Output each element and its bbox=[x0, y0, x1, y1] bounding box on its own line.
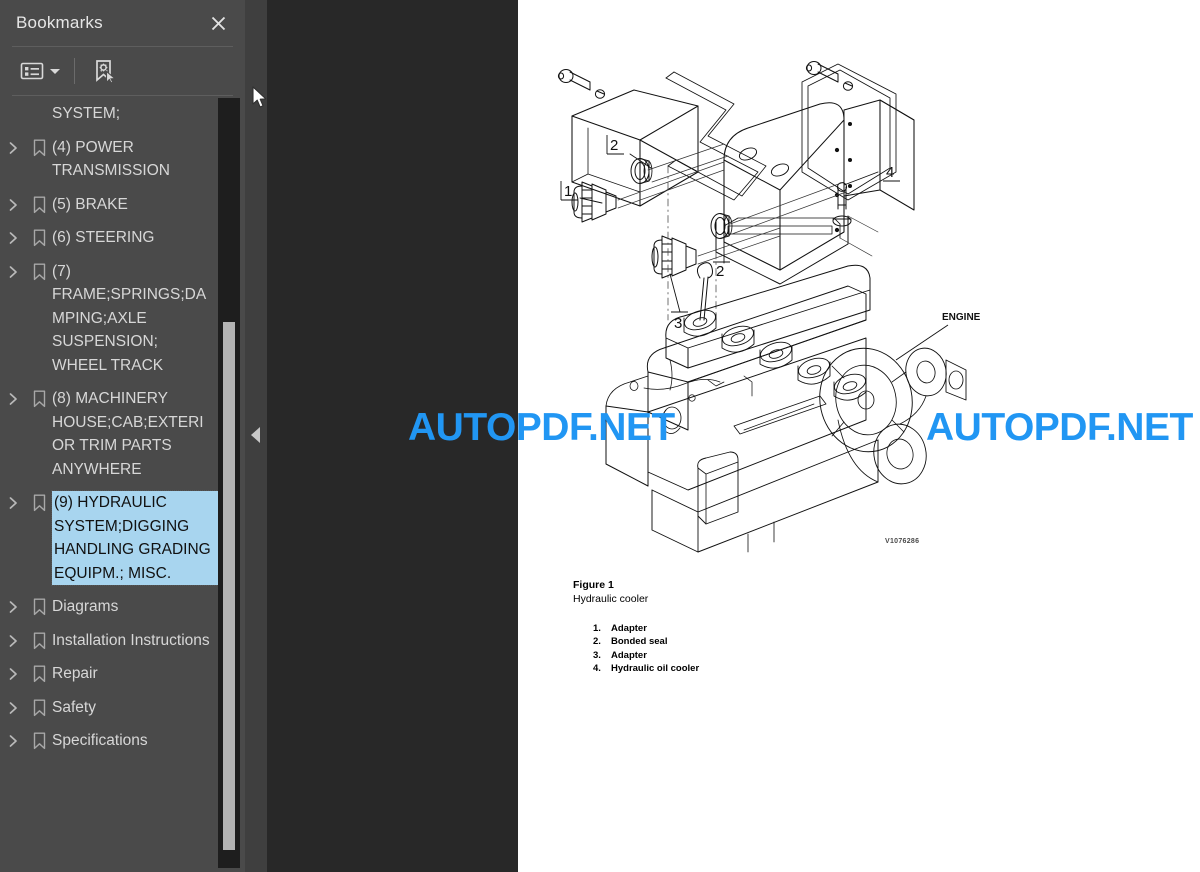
bookmark-icon bbox=[26, 193, 52, 215]
bookmark-icon bbox=[26, 629, 52, 651]
bookmarks-tree-viewport: WARNING SYSTEM; INFORMATION SYSTEM; (4) P… bbox=[0, 96, 245, 872]
figure-callout-2a: 2 bbox=[610, 137, 618, 154]
chevron-down-icon bbox=[50, 68, 60, 74]
close-icon[interactable] bbox=[205, 10, 231, 36]
bookmark-item[interactable]: (8) MACHINERY HOUSE;CAB;EXTERIOR TRIM PA… bbox=[0, 382, 218, 486]
bookmark-icon bbox=[26, 662, 52, 684]
chevron-right-icon[interactable] bbox=[0, 491, 26, 513]
bookmark-item[interactable]: Installation Instructions bbox=[0, 624, 218, 658]
figure-title: Figure 1 bbox=[573, 579, 614, 591]
bookmark-item-label: Specifications bbox=[52, 732, 148, 749]
bookmark-item-label: Installation Instructions bbox=[52, 631, 210, 649]
chevron-right-icon[interactable] bbox=[0, 226, 26, 248]
part-name: Adapter bbox=[611, 649, 647, 661]
chevron-right-icon[interactable] bbox=[0, 662, 26, 684]
chevron-right-icon[interactable] bbox=[0, 729, 26, 751]
bookmark-item-label: WARNING SYSTEM; INFORMATION SYSTEM; bbox=[52, 96, 159, 122]
chevron-right-icon[interactable] bbox=[0, 136, 26, 158]
figure-callout-4: 4 bbox=[886, 164, 894, 181]
figure-callout-1: 1 bbox=[564, 183, 572, 200]
parts-list-row: 4. Hydraulic oil cooler bbox=[573, 662, 699, 675]
chevron-right-icon[interactable] bbox=[0, 387, 26, 409]
viewer-gutter bbox=[245, 0, 518, 872]
figure-illustration: 1 2 2 3 4 ENGINE bbox=[548, 20, 988, 560]
bookmark-item-label: Repair bbox=[52, 665, 98, 682]
bookmark-item-label: (4) POWER TRANSMISSION bbox=[52, 138, 170, 180]
chevron-right-icon[interactable] bbox=[0, 193, 26, 215]
bookmark-item[interactable]: Repair bbox=[0, 657, 218, 691]
part-number: 3. bbox=[593, 649, 601, 661]
bookmark-item[interactable]: Safety bbox=[0, 691, 218, 725]
figure-callout-2b: 2 bbox=[716, 263, 724, 280]
bookmark-icon bbox=[26, 136, 52, 158]
bookmarks-toolbar bbox=[0, 47, 245, 95]
part-number: 4. bbox=[593, 663, 601, 675]
bookmark-item-label: Safety bbox=[52, 698, 96, 716]
collapse-left-arrow-icon bbox=[251, 427, 260, 443]
figure-subtitle: Hydraulic cooler bbox=[573, 593, 649, 605]
bookmark-item[interactable]: (7) FRAME;SPRINGS;DAMPING;AXLE SUSPENSIO… bbox=[0, 255, 218, 383]
engine-label: ENGINE bbox=[942, 312, 981, 323]
chevron-right-icon[interactable] bbox=[0, 696, 26, 718]
bookmark-icon bbox=[26, 595, 52, 617]
chevron-right-icon[interactable] bbox=[0, 260, 26, 282]
parts-list-row: 2. Bonded seal bbox=[573, 635, 699, 648]
panel-scrollbar-thumb[interactable] bbox=[223, 322, 235, 850]
chevron-right-icon[interactable] bbox=[0, 595, 26, 617]
bookmark-icon bbox=[26, 491, 52, 513]
bookmark-item[interactable]: (4) POWER TRANSMISSION bbox=[0, 131, 218, 188]
figure-caption-block: Figure 1 Hydraulic cooler 1. Adapter 2. Bon… bbox=[573, 578, 699, 676]
bookmark-icon bbox=[26, 387, 52, 409]
bookmark-item-label: (5) BRAKE bbox=[52, 195, 128, 213]
panel-collapse-handle[interactable] bbox=[245, 0, 267, 872]
part-name: Hydraulic oil cooler bbox=[611, 663, 700, 675]
bookmark-item[interactable]: (5) BRAKE bbox=[0, 188, 218, 222]
pdf-viewer-window: Bookmarks SYSTEM; (4) POWER TRANSMISSION… bbox=[0, 0, 1200, 872]
part-name: Adapter bbox=[611, 623, 647, 634]
drawing-number: V1076286 bbox=[885, 538, 920, 545]
bookmark-item[interactable]: WARNING SYSTEM; INFORMATION SYSTEM; bbox=[0, 96, 218, 131]
bookmark-item[interactable]: (6) STEERING bbox=[0, 221, 218, 255]
bookmark-item-label: (7) FRAME;SPRINGS;DAMPING;AXLE SUSPENSIO… bbox=[52, 262, 207, 374]
bookmark-icon bbox=[26, 226, 52, 248]
new-bookmark-icon[interactable] bbox=[87, 55, 121, 87]
bookmark-item[interactable]: Diagrams bbox=[0, 590, 218, 624]
bookmarks-panel: Bookmarks SYSTEM; (4) POWER TRANSMISSION… bbox=[0, 0, 245, 872]
figure-parts-list: 1. Adapter 2. Bonded seal 3. Adapter 4. Hydraul… bbox=[573, 622, 699, 676]
part-number: 1. bbox=[593, 623, 601, 634]
bookmark-item[interactable]: (9) HYDRAULIC SYSTEM;DIGGING HANDLING GR… bbox=[0, 486, 219, 590]
toolbar-divider bbox=[74, 58, 75, 84]
bookmarks-panel-header: Bookmarks bbox=[0, 0, 245, 46]
parts-list-row: 1. Adapter bbox=[573, 622, 699, 635]
bookmark-item-label: (8) MACHINERY HOUSE;CAB;EXTERIOR TRIM PA… bbox=[52, 390, 204, 478]
bookmark-item[interactable]: Specifications bbox=[0, 724, 218, 758]
bookmark-icon bbox=[26, 729, 52, 751]
parts-list-row: 3. Adapter bbox=[573, 649, 699, 662]
list-options-icon[interactable] bbox=[16, 55, 64, 87]
chevron-right-icon[interactable] bbox=[0, 629, 26, 651]
panel-scrollbar[interactable] bbox=[218, 98, 240, 868]
part-name: Bonded seal bbox=[611, 636, 668, 648]
bookmarks-tree: WARNING SYSTEM; INFORMATION SYSTEM; (4) P… bbox=[0, 96, 219, 766]
document-page: 1 2 2 3 4 ENGINE V1076286 Figure 1 Hydra… bbox=[518, 0, 1200, 872]
part-number: 2. bbox=[593, 636, 601, 648]
bookmark-item-label: (6) STEERING bbox=[52, 229, 155, 246]
bookmark-icon bbox=[26, 696, 52, 718]
bookmark-item-label: Diagrams bbox=[52, 598, 119, 615]
page-title: Bookmarks bbox=[16, 13, 103, 32]
bookmark-item-label: (9) HYDRAULIC SYSTEM;DIGGING HANDLING GR… bbox=[51, 490, 219, 586]
bookmark-icon bbox=[26, 260, 52, 282]
